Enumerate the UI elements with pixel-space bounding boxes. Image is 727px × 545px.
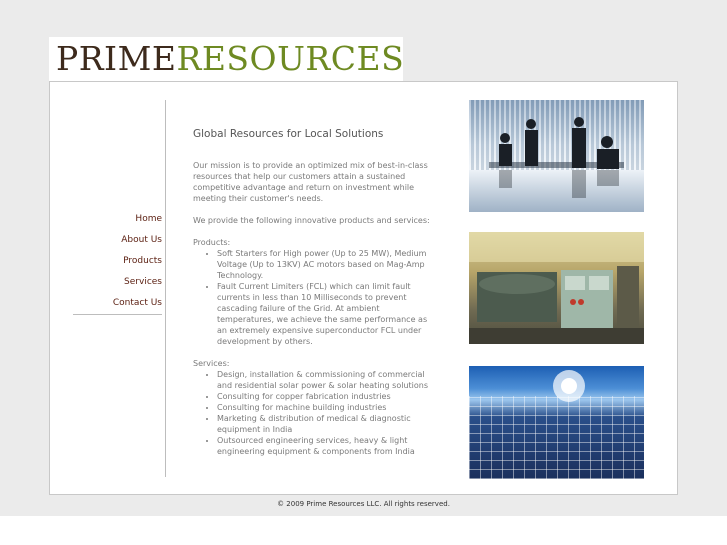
list-item: Outsourced engineering services, heavy &… (217, 435, 433, 457)
footer-copyright: © 2009 Prime Resources LLC. All rights r… (277, 500, 450, 508)
sun-glare (553, 370, 585, 402)
machinery-shapes (469, 232, 644, 344)
nav-divider (73, 314, 162, 315)
logo[interactable]: PRIMERESOURCES (49, 37, 403, 81)
logo-word-resources: RESOURCES (176, 39, 403, 78)
services-label: Services: (193, 359, 230, 368)
mission-text: Our mission is to provide an optimized m… (193, 161, 428, 203)
meeting-silhouettes (489, 117, 624, 198)
products-list: Soft Starters for High power (Up to 25 M… (193, 248, 433, 347)
list-item: Design, installation & commissioning of … (217, 369, 433, 391)
list-item: Consulting for machine building industri… (217, 402, 433, 413)
sidebar-divider (165, 100, 166, 477)
products-label: Products: (193, 238, 231, 247)
nav-about-us[interactable]: About Us (72, 231, 162, 252)
list-item: Consulting for copper fabrication indust… (217, 391, 433, 402)
services-list: Design, installation & commissioning of … (193, 369, 433, 457)
page-heading: Global Resources for Local Solutions (193, 128, 384, 140)
main-nav: Home About Us Products Services Contact … (72, 210, 162, 315)
solar-panels-image (469, 366, 644, 479)
list-item: Soft Starters for High power (Up to 25 M… (217, 248, 433, 281)
bottom-band (0, 516, 727, 545)
nav-home[interactable]: Home (72, 210, 162, 231)
main-content: Global Resources for Local Solutions Our… (193, 126, 433, 468)
intro-text: We provide the following innovative prod… (193, 216, 430, 225)
logo-word-prime: PRIME (56, 39, 177, 78)
nav-services[interactable]: Services (72, 273, 162, 294)
nav-contact-us[interactable]: Contact Us (72, 294, 162, 315)
list-item: Fault Current Limiters (FCL) which can l… (217, 281, 433, 347)
nav-products[interactable]: Products (72, 252, 162, 273)
business-meeting-image (469, 100, 644, 212)
industrial-equipment-image (469, 232, 644, 344)
list-item: Marketing & distribution of medical & di… (217, 413, 433, 435)
